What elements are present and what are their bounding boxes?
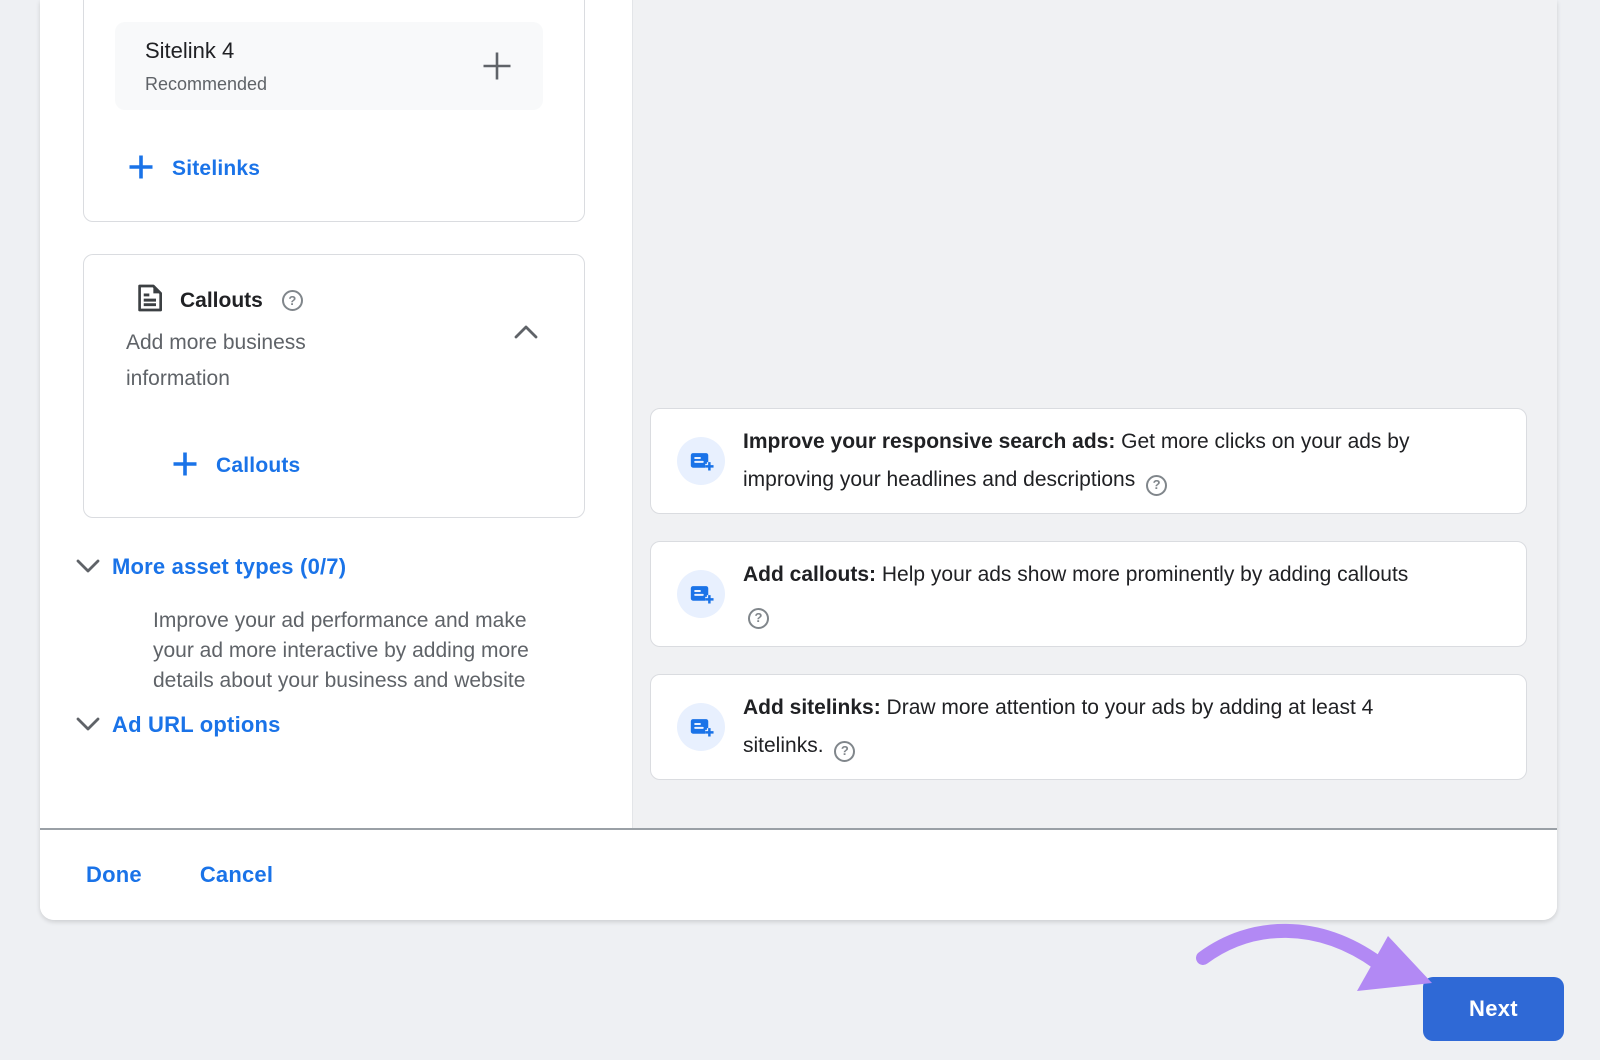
sitelink-4-title: Sitelink 4 (145, 38, 234, 64)
suggestions-column: Improve your responsive search ads: Get … (633, 0, 1557, 828)
chevron-down-icon (74, 557, 102, 578)
suggestion-card-add-callouts[interactable]: Add callouts: Help your ads show more pr… (650, 541, 1527, 647)
suggestion-card-improve-rsa[interactable]: Improve your responsive search ads: Get … (650, 408, 1527, 514)
more-asset-types-description: Improve your ad performance and make you… (153, 606, 633, 696)
ads-asset-editor-screen: Sitelink 4 Recommended Sitelinks (0, 0, 1600, 1060)
add-callouts-button[interactable]: Callouts (170, 449, 300, 482)
ad-url-options-label: Ad URL options (112, 712, 281, 738)
callouts-section-card: Callouts ? Add more business information… (83, 254, 585, 518)
collapse-callouts-chevron-up-icon[interactable] (510, 321, 542, 346)
add-sitelinks-label: Sitelinks (172, 157, 260, 181)
callouts-subtitle: Add more business information (126, 325, 376, 397)
ad-asset-add-icon (677, 437, 725, 485)
help-icon[interactable]: ? (834, 741, 855, 762)
cancel-button[interactable]: Cancel (200, 862, 273, 888)
add-sitelinks-button[interactable]: Sitelinks (126, 152, 260, 185)
suggestion-text: Add sitelinks: Draw more attention to yo… (743, 689, 1423, 765)
panel-footer: Done Cancel (40, 828, 1557, 920)
help-icon[interactable]: ? (1146, 475, 1167, 496)
help-icon[interactable]: ? (748, 608, 769, 629)
suggestion-text: Improve your responsive search ads: Get … (743, 423, 1423, 499)
plus-icon (170, 449, 200, 482)
next-button[interactable]: Next (1423, 977, 1564, 1041)
callouts-title: Callouts (180, 289, 263, 313)
add-sitelink-4-icon[interactable] (479, 48, 515, 89)
callouts-header: Callouts ? (134, 282, 303, 319)
ad-asset-add-icon (677, 703, 725, 751)
suggestion-card-add-sitelinks[interactable]: Add sitelinks: Draw more attention to yo… (650, 674, 1527, 780)
panel-content: Sitelink 4 Recommended Sitelinks (40, 0, 1557, 828)
done-button[interactable]: Done (86, 862, 142, 888)
ad-url-options-toggle[interactable]: Ad URL options (74, 712, 281, 738)
callout-document-icon (134, 282, 166, 319)
help-icon[interactable]: ? (282, 290, 303, 311)
asset-types-column: Sitelink 4 Recommended Sitelinks (40, 0, 633, 828)
more-asset-types-label: More asset types (0/7) (112, 554, 346, 580)
suggestion-text: Add callouts: Help your ads show more pr… (743, 556, 1423, 632)
plus-icon (126, 152, 156, 185)
add-callouts-label: Callouts (216, 454, 300, 478)
ad-asset-add-icon (677, 570, 725, 618)
sitelink-4-recommended-badge: Recommended (145, 74, 267, 95)
chevron-down-icon (74, 715, 102, 736)
more-asset-types-toggle[interactable]: More asset types (0/7) (74, 554, 346, 580)
sitelink-4-card[interactable]: Sitelink 4 Recommended (115, 22, 543, 110)
ad-edit-panel: Sitelink 4 Recommended Sitelinks (40, 0, 1557, 920)
